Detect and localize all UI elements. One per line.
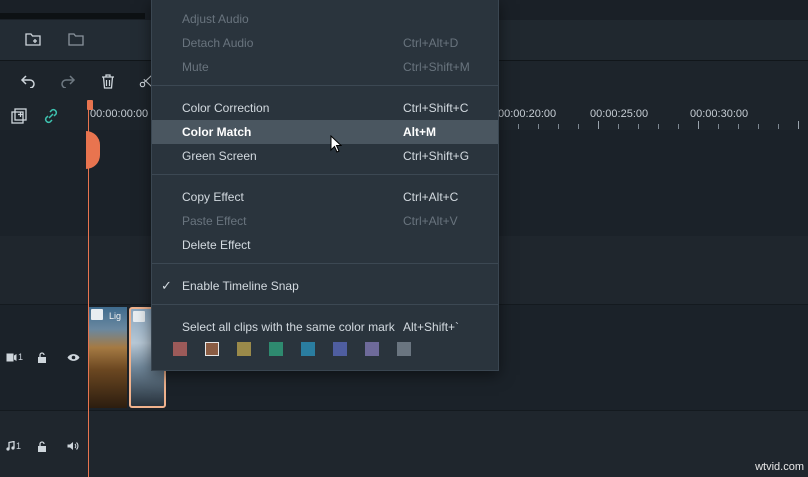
add-track-icon[interactable] [10,107,28,125]
menu-item-label: Green Screen [182,149,257,163]
menu-item-shortcut: Alt+M [403,125,436,139]
color-mark-swatch[interactable] [237,342,251,356]
video-clip[interactable]: Lig [89,307,127,408]
audio-track[interactable] [0,410,808,477]
menu-item-paste-effect[interactable]: Paste Effect Ctrl+Alt+V [152,209,498,233]
image-icon [91,309,103,320]
menu-separator [152,263,498,264]
ruler-tick [578,124,579,129]
menu-item-enable-timeline-snap[interactable]: ✓ Enable Timeline Snap [152,274,498,298]
menu-item-green-screen[interactable]: Green Screen Ctrl+Shift+G [152,144,498,168]
menu-item-label: Mute [182,60,209,74]
menu-item-color-match[interactable]: Color Match Alt+M [152,120,498,144]
context-menu: Adjust Audio Detach Audio Ctrl+Alt+D Mut… [151,0,499,371]
ruler-tick [798,121,799,129]
menu-item-detach-audio[interactable]: Detach Audio Ctrl+Alt+D [152,31,498,55]
audio-track-header: 1 [6,440,21,452]
ruler-tick [678,124,679,129]
menu-item-shortcut: Ctrl+Shift+M [403,60,470,74]
menu-item-label: Color Correction [182,101,270,115]
menu-item-shortcut: Ctrl+Shift+C [403,101,469,115]
menu-item-delete-effect[interactable]: Delete Effect [152,233,498,257]
menu-item-shortcut: Ctrl+Alt+V [403,214,458,228]
ruler-tick [778,124,779,129]
color-mark-swatch[interactable] [365,342,379,356]
menu-item-label: Color Match [182,125,252,139]
mouse-cursor-icon [330,135,342,153]
menu-item-label: Enable Timeline Snap [182,279,299,293]
ruler-tick [638,124,639,129]
menu-item-label: Copy Effect [182,190,244,204]
ruler-tick [738,124,739,129]
ruler-tick [618,124,619,129]
menu-item-label: Select all clips with the same color mar… [182,320,395,334]
ruler-tick [698,121,699,129]
folder-icon[interactable] [67,30,85,48]
menu-item-shortcut: Ctrl+Shift+G [403,149,470,163]
color-mark-swatch[interactable] [173,342,187,356]
video-track-label: 1 [18,352,24,362]
trash-icon[interactable] [99,72,117,90]
color-mark-swatch[interactable] [205,342,219,356]
menu-item-color-correction[interactable]: Color Correction Ctrl+Shift+C [152,96,498,120]
ruler-tick [718,124,719,129]
menu-item-mute[interactable]: Mute Ctrl+Shift+M [152,55,498,79]
clip-title: Lig [109,311,122,321]
menu-item-shortcut: Ctrl+Alt+C [403,190,459,204]
preview-panel-edge [497,20,808,61]
color-mark-swatch[interactable] [397,342,411,356]
menu-item-label: Adjust Audio [182,12,249,26]
music-icon [6,441,15,451]
ruler-tick [558,124,559,129]
lock-icon[interactable] [36,351,48,363]
menu-item-shortcut: Alt+Shift+` [403,320,460,334]
video-track-header: 1 [6,351,23,363]
zoom-slider[interactable] [0,13,145,19]
audio-track-label: 1 [16,441,22,451]
menu-item-label: Delete Effect [182,238,251,252]
ruler-label: 00:00:20:00 [498,108,557,120]
menu-separator [152,174,498,175]
checkmark-icon: ✓ [161,278,172,293]
ruler-label: 00:00:00:00 [90,108,149,120]
menu-item-select-same-color-mark[interactable]: Select all clips with the same color mar… [152,315,498,339]
color-mark-swatch[interactable] [269,342,283,356]
playhead-marker[interactable] [87,100,93,110]
ruler-tick [538,124,539,129]
menu-item-adjust-audio[interactable]: Adjust Audio [152,7,498,31]
ruler-label: 00:00:30:00 [690,108,749,120]
link-icon[interactable] [42,107,60,125]
menu-separator [152,304,498,305]
speaker-icon[interactable] [66,440,80,452]
watermark: wtvid.com [755,461,804,473]
menu-separator [152,85,498,86]
ruler-tick [758,124,759,129]
track-divider [0,410,808,411]
redo-icon[interactable] [59,72,77,90]
video-track-icon [6,353,17,361]
menu-item-shortcut: Ctrl+Alt+D [403,36,459,50]
menu-item-label: Paste Effect [182,214,247,228]
ruler-tick [658,124,659,129]
ruler-tick [598,121,599,129]
menu-item-label: Detach Audio [182,36,254,50]
lock-icon[interactable] [36,440,48,452]
undo-icon[interactable] [19,72,37,90]
color-mark-swatch[interactable] [333,342,347,356]
color-mark-swatch[interactable] [301,342,315,356]
add-folder-icon[interactable] [24,30,42,48]
ruler-tick [518,124,519,129]
menu-item-copy-effect[interactable]: Copy Effect Ctrl+Alt+C [152,185,498,209]
ruler-label: 00:00:25:00 [590,108,649,120]
image-icon [133,311,145,322]
eye-icon[interactable] [66,351,80,363]
